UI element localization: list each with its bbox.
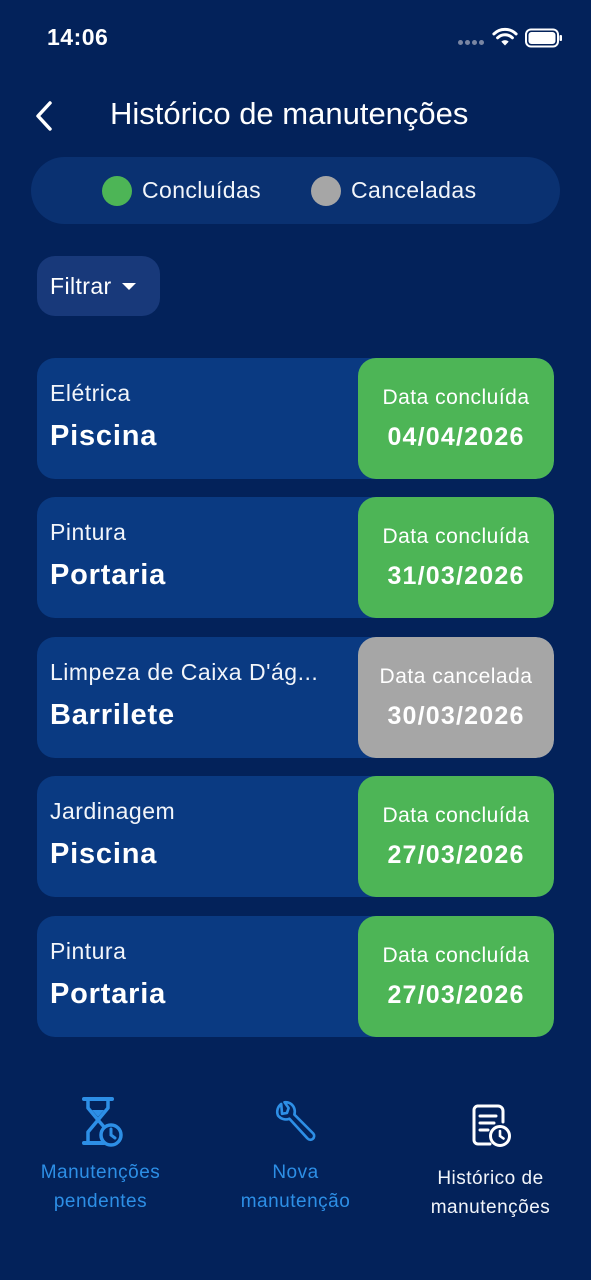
cellular-signal-icon <box>458 40 486 46</box>
card-category: Pintura <box>50 519 127 545</box>
nav-label: Histórico de manutenções <box>430 1168 551 1218</box>
page-title: Histórico de manutenções <box>110 96 469 131</box>
nav-historico-manutencoes[interactable]: Histórico de manutenções <box>392 1090 589 1240</box>
status-legend: Concluídas Canceladas <box>31 157 560 224</box>
date-label: Data concluída <box>382 803 530 827</box>
date-value: 27/03/2026 <box>387 980 525 1009</box>
date-value: 04/04/2026 <box>387 422 525 451</box>
wrench-icon <box>273 1090 319 1150</box>
card-category: Pintura <box>50 938 127 964</box>
filter-label: Filtrar <box>50 272 112 299</box>
status-bar: 14:06 <box>0 0 591 76</box>
back-button[interactable] <box>28 94 60 138</box>
hourglass-clock-icon <box>78 1090 124 1150</box>
nav-nova-manutencao[interactable]: Nova manutenção <box>197 1090 394 1240</box>
card-location: Portaria <box>50 978 166 1010</box>
date-label: Data concluída <box>382 385 530 409</box>
date-value: 27/03/2026 <box>387 840 525 869</box>
gray-dot-icon <box>311 175 341 206</box>
date-value: 31/03/2026 <box>387 561 525 590</box>
green-dot-icon <box>102 175 132 206</box>
card-location: Piscina <box>50 420 158 452</box>
card-category: Jardinagem <box>50 798 176 824</box>
maintenance-card[interactable]: Pintura Portaria Data concluída 31/03/20… <box>37 497 554 618</box>
maintenance-card[interactable]: Limpeza de Caixa D'ág... Barrilete Data … <box>37 637 554 758</box>
battery-icon <box>525 28 562 48</box>
nav-manutencoes-pendentes[interactable]: Manutenções pendentes <box>2 1090 199 1240</box>
card-location: Piscina <box>50 838 158 870</box>
filter-dropdown-button[interactable]: Filtrar <box>37 256 160 316</box>
maintenance-card[interactable]: Pintura Portaria Data concluída 27/03/20… <box>37 916 554 1037</box>
completed-date-box: Data concluída 27/03/2026 <box>358 916 554 1037</box>
chevron-left-icon <box>36 101 52 131</box>
card-location: Portaria <box>50 559 166 591</box>
date-label: Data cancelada <box>379 664 533 688</box>
completed-date-box: Data concluída 27/03/2026 <box>358 776 554 897</box>
card-category: Elétrica <box>50 380 131 406</box>
date-label: Data concluída <box>382 943 530 967</box>
date-label: Data concluída <box>382 524 530 548</box>
card-category: Limpeza de Caixa D'ág... <box>50 659 319 685</box>
document-clock-icon <box>468 1090 514 1150</box>
completed-date-box: Data concluída 04/04/2026 <box>358 358 554 479</box>
bottom-navigation: Manutenções pendentes Nova manutenção Hi… <box>0 1090 591 1280</box>
card-location: Barrilete <box>50 699 175 731</box>
caret-down-icon <box>121 282 136 290</box>
header: Histórico de manutenções <box>0 86 591 146</box>
wifi-icon <box>492 27 518 46</box>
legend-label: Concluídas <box>142 177 262 203</box>
maintenance-card[interactable]: Jardinagem Piscina Data concluída 27/03/… <box>37 776 554 897</box>
cancelled-date-box: Data cancelada 30/03/2026 <box>358 637 554 758</box>
status-time: 14:06 <box>47 24 109 50</box>
nav-label: Nova manutenção <box>240 1162 351 1212</box>
nav-label: Manutenções pendentes <box>40 1162 161 1212</box>
maintenance-card[interactable]: Elétrica Piscina Data concluída 04/04/20… <box>37 358 554 479</box>
date-value: 30/03/2026 <box>387 701 525 730</box>
legend-item-canceladas[interactable]: Canceladas <box>311 157 476 224</box>
legend-label: Canceladas <box>351 177 477 203</box>
legend-item-concluidas[interactable]: Concluídas <box>102 157 261 224</box>
completed-date-box: Data concluída 31/03/2026 <box>358 497 554 618</box>
